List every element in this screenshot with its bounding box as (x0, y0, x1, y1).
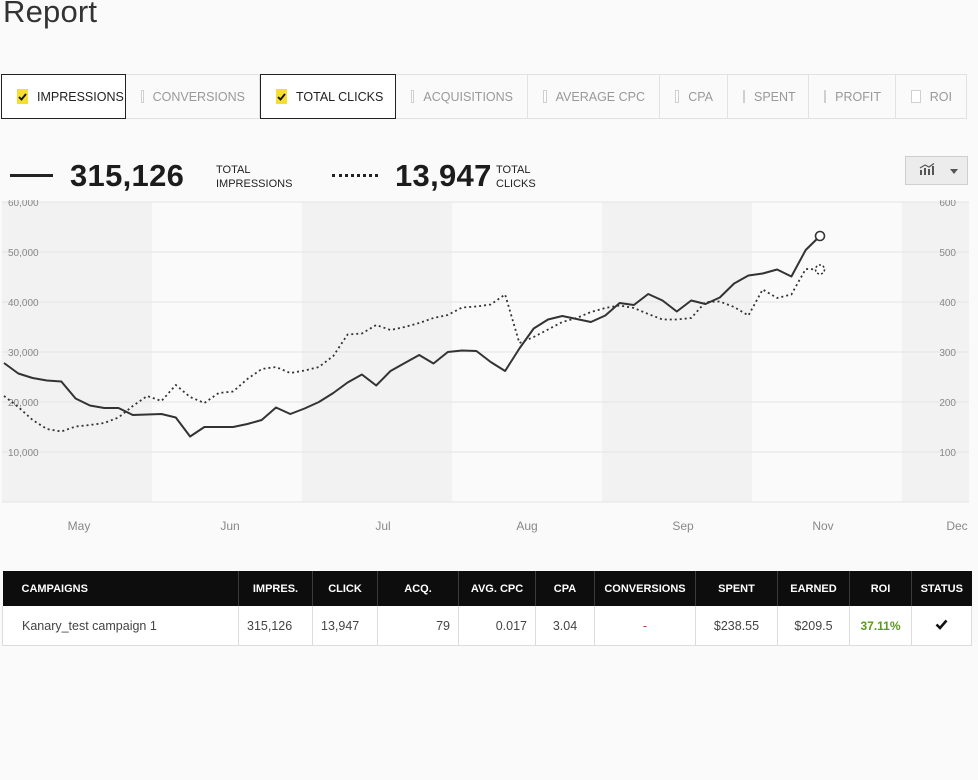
filter-spent[interactable]: SPENT (728, 74, 809, 119)
checkbox-icon (411, 90, 415, 103)
column-header[interactable]: STATUS (911, 571, 972, 606)
checkbox-icon (911, 90, 921, 103)
label-line: CLICKS (496, 178, 536, 190)
left-axis-tick-label: 60,000 (8, 200, 39, 209)
conversions-cell: - (594, 606, 696, 646)
filter-label: CONVERSIONS (152, 89, 245, 104)
right-axis-tick-label: 100 (939, 448, 956, 459)
x-axis-tick-label: Sep (672, 519, 694, 533)
filter-profit[interactable]: PROFIT (809, 74, 896, 119)
impressions-clicks-line-chart: 10,00020,00030,00040,00050,00060,0001002… (2, 200, 969, 533)
chart-type-dropdown[interactable] (905, 156, 968, 185)
column-header[interactable]: IMPRES. (238, 571, 313, 606)
column-header[interactable]: EARNED (777, 571, 850, 606)
solid-line-legend-icon (10, 174, 53, 177)
checkbox-icon (141, 90, 144, 103)
spent-cell: $238.55 (695, 606, 778, 646)
checkbox-icon (743, 90, 745, 103)
column-header[interactable]: CPA (535, 571, 595, 606)
filter-label: SPENT (754, 89, 796, 104)
x-axis-tick-label: Dec (946, 519, 967, 533)
column-header[interactable]: CLICK (312, 571, 378, 606)
filter-label: AVERAGE CPC (555, 89, 645, 104)
right-axis-tick-label: 400 (939, 298, 956, 309)
right-axis-tick-label: 300 (939, 348, 956, 359)
left-axis-tick-label: 40,000 (8, 298, 39, 309)
checkbox-icon (543, 90, 547, 103)
table-row[interactable]: Kanary_test campaign 1 315,126 13,947 79… (2, 606, 972, 646)
total-impressions-value: 315,126 (70, 158, 185, 193)
x-axis-tick-label: Aug (516, 519, 537, 533)
x-axis-tick-label: Jun (220, 519, 239, 533)
filter-impressions[interactable]: IMPRESSIONS (1, 74, 126, 119)
column-header[interactable]: CONVERSIONS (594, 571, 696, 606)
checkbox-icon (675, 90, 680, 103)
column-header[interactable]: CAMPAIGNS (2, 571, 239, 606)
total-impressions-label: TOTAL IMPRESSIONS (216, 163, 292, 191)
dotted-line-legend-icon (332, 174, 378, 177)
impressions-end-marker (814, 230, 826, 242)
filter-total-clicks[interactable]: TOTAL CLICKS (260, 74, 396, 119)
earned-cell: $209.5 (777, 606, 850, 646)
filter-roi[interactable]: ROI (896, 74, 967, 119)
chevron-down-icon (950, 169, 958, 174)
cpa-cell: 3.04 (535, 606, 595, 646)
filter-acquisitions[interactable]: ACQUISITIONS (396, 74, 528, 119)
label-line: TOTAL (496, 164, 531, 176)
right-axis-tick-label: 200 (939, 398, 956, 409)
left-axis-tick-label: 30,000 (8, 348, 39, 359)
clicks-cell: 13,947 (312, 606, 378, 646)
x-axis-tick-label: Nov (812, 519, 833, 533)
column-header[interactable]: AVG. CPC (458, 571, 536, 606)
clicks-end-marker (814, 264, 826, 275)
campaigns-table: CAMPAIGNS IMPRES. CLICK ACQ. AVG. CPC CP… (2, 571, 972, 646)
bar-line-chart-icon (919, 162, 935, 180)
filter-conversions[interactable]: CONVERSIONS (126, 74, 260, 119)
acquisitions-cell: 79 (377, 606, 459, 646)
checkbox-icon (276, 89, 287, 104)
table-header-row: CAMPAIGNS IMPRES. CLICK ACQ. AVG. CPC CP… (2, 571, 972, 606)
filter-label: IMPRESSIONS (37, 89, 124, 104)
avg-cpc-cell: 0.017 (458, 606, 536, 646)
metric-filter-bar: IMPRESSIONS CONVERSIONS TOTAL CLICKS ACQ… (1, 74, 967, 119)
impressions-cell: 315,126 (238, 606, 313, 646)
label-line: TOTAL (216, 164, 251, 176)
checkbox-icon (824, 90, 827, 103)
filter-label: ROI (929, 89, 952, 104)
campaign-name-cell[interactable]: Kanary_test campaign 1 (2, 606, 239, 646)
filter-label: ACQUISITIONS (423, 89, 513, 104)
label-line: IMPRESSIONS (216, 178, 293, 190)
page-title: Report (3, 0, 98, 29)
column-header[interactable]: SPENT (695, 571, 778, 606)
right-axis-tick-label: 600 (939, 200, 956, 209)
left-axis-tick-label: 10,000 (8, 448, 39, 459)
filter-cpa[interactable]: CPA (660, 74, 728, 119)
status-cell (911, 606, 972, 646)
left-axis-tick-label: 50,000 (8, 248, 39, 259)
filter-average-cpc[interactable]: AVERAGE CPC (528, 74, 660, 119)
total-clicks-label: TOTAL CLICKS (496, 163, 536, 191)
checkmark-icon (935, 619, 948, 633)
roi-cell: 37.11% (849, 606, 912, 646)
column-header[interactable]: ROI (849, 571, 912, 606)
total-clicks-value: 13,947 (395, 158, 492, 193)
filter-label: CPA (688, 89, 713, 104)
filter-label: TOTAL CLICKS (296, 89, 384, 104)
column-header[interactable]: ACQ. (377, 571, 459, 606)
x-axis-tick-label: May (68, 519, 91, 533)
right-axis-tick-label: 500 (939, 248, 956, 259)
filter-label: PROFIT (835, 89, 881, 104)
checkbox-icon (17, 89, 28, 104)
x-axis-tick-label: Jul (375, 519, 390, 533)
